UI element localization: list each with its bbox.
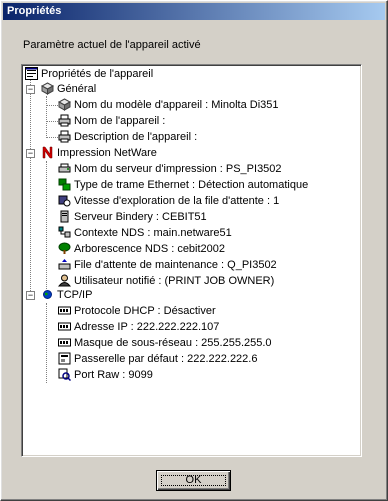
tree-icon xyxy=(58,242,71,255)
tree-item-device-name[interactable]: Nom de l'appareil : xyxy=(58,113,165,129)
tree-node-general[interactable]: Général xyxy=(40,81,97,97)
printer-icon xyxy=(58,130,71,143)
ethernet-frame-icon xyxy=(58,178,71,191)
netware-label: Impression NetWare xyxy=(57,147,157,160)
queue-scan-rate-text: Vitesse d'exploration de la file d'atten… xyxy=(74,195,280,208)
tree-item-default-gateway[interactable]: Passerelle par défaut : 222.222.222.6 xyxy=(58,351,257,367)
properties-icon xyxy=(25,66,38,80)
printer-icon xyxy=(58,114,71,127)
raw-port-text: Port Raw : 9099 xyxy=(74,369,153,382)
tree-item-model-name[interactable]: Nom du modèle d'appareil : Minolta Di351 xyxy=(57,97,279,113)
setting-field-icon xyxy=(58,304,71,317)
nds-context-text: Contexte NDS : main.netware51 xyxy=(74,227,232,240)
window-title: Propriétés xyxy=(7,5,62,17)
notify-user-text: Utilisateur notifié : (PRINT JOB OWNER) xyxy=(74,275,275,288)
tree-item-nds-tree[interactable]: Arborescence NDS : cebit2002 xyxy=(58,241,225,257)
tree-item-frame-type[interactable]: Type de trame Ethernet : Détection autom… xyxy=(58,177,308,193)
queue-scan-icon xyxy=(58,194,71,207)
tree-line xyxy=(46,161,47,289)
tree-line xyxy=(30,80,31,293)
tree: Propriétés de l'appareil − Général Nom d… xyxy=(22,65,361,456)
default-gateway-text: Passerelle par défaut : 222.222.222.6 xyxy=(74,353,258,366)
model-cube-icon xyxy=(57,98,72,111)
tree-line xyxy=(46,105,58,106)
ok-button[interactable]: OK xyxy=(156,470,231,491)
tree-item-queue-scan-rate[interactable]: Vitesse d'exploration de la file d'atten… xyxy=(58,193,279,209)
general-cube-icon xyxy=(40,82,55,95)
service-queue-text: File d'attente de maintenance : Q_PI3502 xyxy=(74,259,277,272)
nds-tree-text: Arborescence NDS : cebit2002 xyxy=(74,243,226,256)
print-server-icon xyxy=(58,162,71,175)
tree-item-service-queue[interactable]: File d'attente de maintenance : Q_PI3502 xyxy=(58,257,277,273)
tree-line xyxy=(46,303,47,383)
tree-item-device-description[interactable]: Description de l'appareil : xyxy=(58,129,197,145)
server-tower-icon xyxy=(58,210,71,223)
tree-node-tcpip[interactable]: TCP/IP xyxy=(41,287,92,303)
setting-field-icon xyxy=(58,320,71,333)
tree-line xyxy=(46,137,58,138)
collapse-netware-toggle[interactable]: − xyxy=(26,149,35,158)
ip-address-text: Adresse IP : 222.222.222.107 xyxy=(74,321,220,334)
collapse-tcpip-toggle[interactable]: − xyxy=(26,291,35,300)
general-label: Général xyxy=(57,83,97,96)
tree-line xyxy=(46,121,58,122)
collapse-general-toggle[interactable]: − xyxy=(26,85,35,94)
subnet-mask-text: Masque de sous-réseau : 255.255.255.0 xyxy=(74,337,272,350)
tree-root[interactable]: Propriétés de l'appareil xyxy=(25,66,153,82)
print-server-text: Nom du serveur d'impression : PS_PI3502 xyxy=(74,163,282,176)
tree-root-label: Propriétés de l'appareil xyxy=(41,68,154,81)
dhcp-text: Protocole DHCP : Désactiver xyxy=(74,305,216,318)
nds-context-icon xyxy=(58,226,71,239)
tree-item-ip-address[interactable]: Adresse IP : 222.222.222.107 xyxy=(58,319,219,335)
bindery-server-text: Serveur Bindery : CEBIT51 xyxy=(74,211,207,224)
frame-type-text: Type de trame Ethernet : Détection autom… xyxy=(74,179,309,192)
current-settings-label: Paramètre actuel de l'appareil activé xyxy=(23,39,201,51)
model-name-text: Nom du modèle d'appareil : Minolta Di351 xyxy=(74,99,279,112)
service-queue-icon xyxy=(58,258,71,271)
title-bar[interactable]: Propriétés xyxy=(3,3,385,20)
globe-icon xyxy=(41,288,54,301)
ok-button-label: OK xyxy=(185,474,202,486)
tree-item-dhcp[interactable]: Protocole DHCP : Désactiver xyxy=(58,303,216,319)
device-name-text: Nom de l'appareil : xyxy=(74,115,166,128)
tcpip-label: TCP/IP xyxy=(57,289,93,302)
netware-n-icon xyxy=(41,146,54,159)
gateway-icon xyxy=(58,352,71,365)
tree-item-raw-port[interactable]: Port Raw : 9099 xyxy=(58,367,153,383)
user-icon xyxy=(57,274,72,287)
tree-item-print-server[interactable]: Nom du serveur d'impression : PS_PI3502 xyxy=(58,161,282,177)
tree-item-bindery-server[interactable]: Serveur Bindery : CEBIT51 xyxy=(58,209,207,225)
tree-node-netware[interactable]: Impression NetWare xyxy=(41,145,157,161)
tree-item-nds-context[interactable]: Contexte NDS : main.netware51 xyxy=(58,225,232,241)
tree-item-subnet-mask[interactable]: Masque de sous-réseau : 255.255.255.0 xyxy=(58,335,272,351)
properties-tree-view[interactable]: Propriétés de l'appareil − Général Nom d… xyxy=(21,64,362,457)
device-description-text: Description de l'appareil : xyxy=(74,131,198,144)
port-search-icon xyxy=(58,368,72,381)
tree-line xyxy=(46,96,47,136)
setting-field-icon xyxy=(58,336,71,349)
properties-dialog: Propriétés Paramètre actuel de l'apparei… xyxy=(0,0,388,501)
